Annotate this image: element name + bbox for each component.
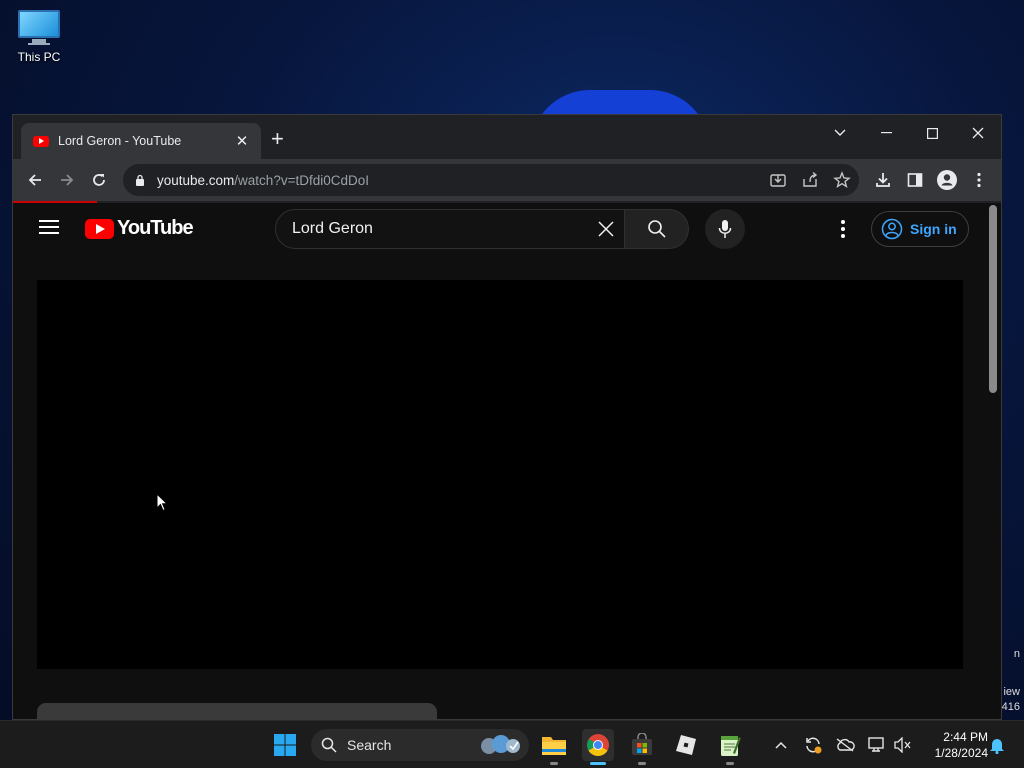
taskbar-search-label: Search: [347, 737, 392, 753]
background-window-text: iew: [1003, 686, 1020, 698]
user-account-icon: [881, 218, 903, 240]
settings-more-button[interactable]: [831, 216, 855, 242]
mouse-cursor-icon: [156, 493, 168, 512]
background-window-text: 416: [1001, 701, 1020, 713]
share-icon[interactable]: [801, 171, 819, 189]
microsoft-store-taskbar-button[interactable]: [626, 729, 658, 765]
cloud-offline-icon: [836, 738, 855, 752]
store-bag-icon: [632, 733, 652, 755]
search-highlight-icon: [481, 735, 520, 754]
volume-tray-button[interactable]: [892, 733, 914, 757]
desktop-icon-label: This PC: [17, 50, 61, 64]
chevron-up-icon: [775, 741, 787, 749]
notepad-taskbar-button[interactable]: [714, 729, 746, 765]
youtube-page: YouTube Lord Geron Sign in: [13, 203, 1001, 719]
search-button[interactable]: [625, 209, 689, 249]
minimize-icon: [880, 132, 892, 134]
url-text: youtube.com/watch?v=tDfdi0CdDoI: [157, 173, 369, 188]
taskbar-search-box[interactable]: Search: [311, 729, 529, 761]
sign-in-button[interactable]: Sign in: [871, 211, 969, 247]
reload-icon: [93, 174, 105, 186]
maximize-icon: [926, 127, 938, 139]
reload-button[interactable]: [83, 164, 115, 196]
roblox-taskbar-button[interactable]: [670, 729, 702, 761]
close-icon: [598, 221, 614, 237]
chrome-taskbar-button[interactable]: [582, 729, 614, 765]
url-host: youtube.com: [157, 172, 235, 188]
this-pc-icon: [18, 10, 60, 45]
youtube-logo[interactable]: YouTube: [85, 217, 194, 240]
chevron-down-icon: [834, 129, 846, 136]
taskbar-clock[interactable]: 2:44 PM 1/28/2024: [920, 729, 988, 761]
bell-icon: [990, 739, 1004, 754]
back-button[interactable]: [19, 164, 51, 196]
youtube-logo-text: YouTube: [117, 217, 194, 239]
network-icon: [868, 737, 884, 752]
tab-title: Lord Geron - YouTube: [58, 134, 182, 148]
bookmark-star-icon[interactable]: [833, 171, 851, 189]
guide-menu-icon[interactable]: [39, 220, 59, 234]
close-icon: [972, 127, 984, 139]
tab-strip: Lord Geron - YouTube ✕ +: [13, 115, 1001, 159]
arrow-right-icon: [61, 174, 74, 186]
lock-icon: [136, 174, 144, 186]
content-card-placeholder: [37, 703, 437, 719]
youtube-favicon-icon: [33, 135, 49, 147]
kebab-menu-icon: [977, 172, 981, 188]
sync-tray-icon-button[interactable]: [802, 733, 824, 757]
tab-youtube[interactable]: Lord Geron - YouTube ✕: [21, 123, 261, 159]
notifications-button[interactable]: [986, 733, 1008, 757]
start-button[interactable]: [269, 729, 301, 761]
chrome-menu-button[interactable]: [963, 164, 995, 196]
clock-time: 2:44 PM: [943, 730, 988, 744]
download-icon: [876, 173, 890, 187]
network-tray-button[interactable]: [866, 733, 888, 757]
taskbar: Search 2:44 PM 1/28/2024: [0, 720, 1024, 768]
minimize-button[interactable]: [863, 119, 909, 147]
background-window-text: n: [1013, 648, 1020, 660]
url-path: /watch?v=tDfdi0CdDoI: [234, 172, 369, 188]
tab-search-button[interactable]: [817, 119, 863, 147]
roblox-icon: [676, 735, 696, 755]
microphone-icon: [718, 220, 732, 238]
install-app-icon[interactable]: [769, 171, 787, 189]
vertical-scrollbar[interactable]: [989, 205, 997, 393]
desktop-icon-this-pc[interactable]: This PC: [10, 8, 68, 64]
speaker-muted-icon: [894, 737, 911, 753]
youtube-play-icon: [85, 218, 114, 239]
close-window-button[interactable]: [955, 119, 1001, 147]
clear-search-button[interactable]: [588, 211, 624, 247]
search-icon: [647, 220, 666, 238]
chrome-icon: [587, 734, 609, 756]
new-tab-button[interactable]: +: [271, 128, 284, 150]
downloads-button[interactable]: [867, 164, 899, 196]
search-query: Lord Geron: [292, 220, 373, 237]
file-explorer-taskbar-button[interactable]: [538, 729, 570, 765]
side-panel-icon: [907, 173, 923, 187]
video-player[interactable]: [37, 280, 963, 669]
tab-close-button[interactable]: ✕: [233, 132, 251, 150]
onedrive-tray-button[interactable]: [834, 733, 856, 757]
browser-toolbar: youtube.com/watch?v=tDfdi0CdDoI: [13, 159, 1001, 201]
folder-icon: [542, 737, 566, 755]
show-hidden-icons-button[interactable]: [770, 733, 792, 757]
side-panel-button[interactable]: [899, 164, 931, 196]
chrome-window: Lord Geron - YouTube ✕ + youtube.com/wat…: [12, 114, 1002, 720]
youtube-masthead: YouTube Lord Geron Sign in: [13, 203, 1001, 257]
sign-in-label: Sign in: [910, 221, 957, 237]
search-input[interactable]: Lord Geron: [275, 209, 625, 249]
profile-button[interactable]: [931, 164, 963, 196]
address-bar[interactable]: youtube.com/watch?v=tDfdi0CdDoI: [123, 164, 859, 196]
search-icon: [321, 737, 337, 753]
forward-button[interactable]: [51, 164, 83, 196]
arrow-left-icon: [28, 174, 41, 186]
clock-date: 1/28/2024: [934, 746, 988, 760]
sync-icon: [806, 737, 822, 754]
voice-search-button[interactable]: [705, 209, 745, 249]
windows-logo-icon: [274, 734, 296, 756]
notepad-icon: [721, 736, 741, 756]
profile-avatar-icon: [937, 170, 957, 190]
maximize-button[interactable]: [909, 119, 955, 147]
